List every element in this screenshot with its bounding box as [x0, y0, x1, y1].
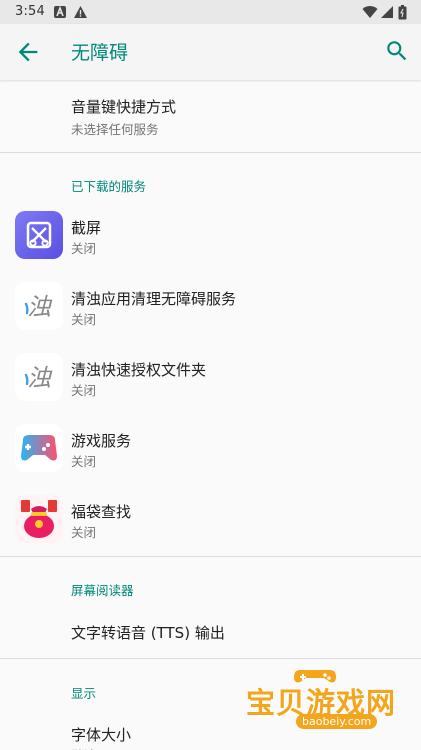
tts-output-item[interactable]: 文字转语音 (TTS) 输出	[0, 606, 421, 656]
divider	[0, 658, 421, 659]
section-header-screen-readers: 屏幕阅读器	[71, 583, 134, 598]
volume-key-shortcut-item[interactable]: 音量键快捷方式 未选择任何服务	[0, 84, 421, 152]
cellular-signal-icon	[381, 6, 393, 18]
service-summary: 关闭	[71, 525, 97, 540]
back-button[interactable]	[14, 38, 42, 66]
service-summary: 关闭	[71, 383, 97, 398]
app-bar: 无障碍	[0, 24, 421, 80]
divider	[0, 152, 421, 153]
section-header-downloaded-services: 已下载的服务	[71, 179, 147, 194]
screenshot-app-icon	[15, 211, 63, 259]
svg-text:浊: 浊	[27, 364, 53, 392]
service-title: 清浊应用清理无障碍服务	[71, 290, 237, 308]
status-time: 3:54	[15, 4, 45, 19]
service-summary: 关闭	[71, 241, 97, 256]
shortcut-title: 音量键快捷方式	[71, 98, 177, 116]
search-button[interactable]	[384, 38, 412, 66]
warning-icon	[74, 6, 87, 18]
page-title: 无障碍	[71, 42, 129, 64]
service-item-qingzhuo-cleanup[interactable]: 浊 清浊应用清理无障碍服务 关闭	[0, 271, 421, 342]
search-icon	[387, 41, 407, 61]
shortcut-summary: 未选择任何服务	[71, 122, 159, 137]
font-size-title: 字体大小	[71, 726, 132, 744]
status-bar: 3:54	[0, 0, 421, 24]
battery-icon	[398, 5, 407, 20]
qingzhuo-app-icon: 浊	[15, 353, 63, 401]
qingzhuo-app-icon: 浊	[15, 282, 63, 330]
service-title: 截屏	[71, 219, 102, 237]
notification-a-icon	[54, 5, 66, 18]
svg-text:浊: 浊	[27, 293, 53, 321]
service-title: 清浊快速授权文件夹	[71, 361, 207, 379]
font-size-summary: 默认	[71, 745, 96, 750]
service-summary: 关闭	[71, 454, 97, 469]
service-item-game-service[interactable]: 游戏服务 关闭	[0, 413, 421, 484]
arrow-back-icon	[18, 42, 38, 62]
service-title: 游戏服务	[71, 432, 132, 450]
service-summary: 关闭	[71, 312, 97, 327]
service-item-lucky-bag[interactable]: 福袋查找 关闭	[0, 484, 421, 555]
section-header-display: 显示	[71, 686, 97, 701]
watermark-url: baobeiy.com	[296, 714, 378, 729]
lucky-bag-app-icon	[15, 495, 63, 543]
divider	[0, 556, 421, 557]
tts-output-title: 文字转语音 (TTS) 输出	[71, 624, 225, 642]
service-item-screenshot[interactable]: 截屏 关闭	[0, 200, 421, 271]
wifi-icon	[362, 6, 378, 19]
service-title: 福袋查找	[71, 503, 132, 521]
site-watermark: 宝贝游戏网 baobeiy.com	[246, 664, 396, 744]
game-service-app-icon	[15, 424, 63, 472]
service-item-qingzhuo-folder[interactable]: 浊 清浊快速授权文件夹 关闭	[0, 342, 421, 413]
